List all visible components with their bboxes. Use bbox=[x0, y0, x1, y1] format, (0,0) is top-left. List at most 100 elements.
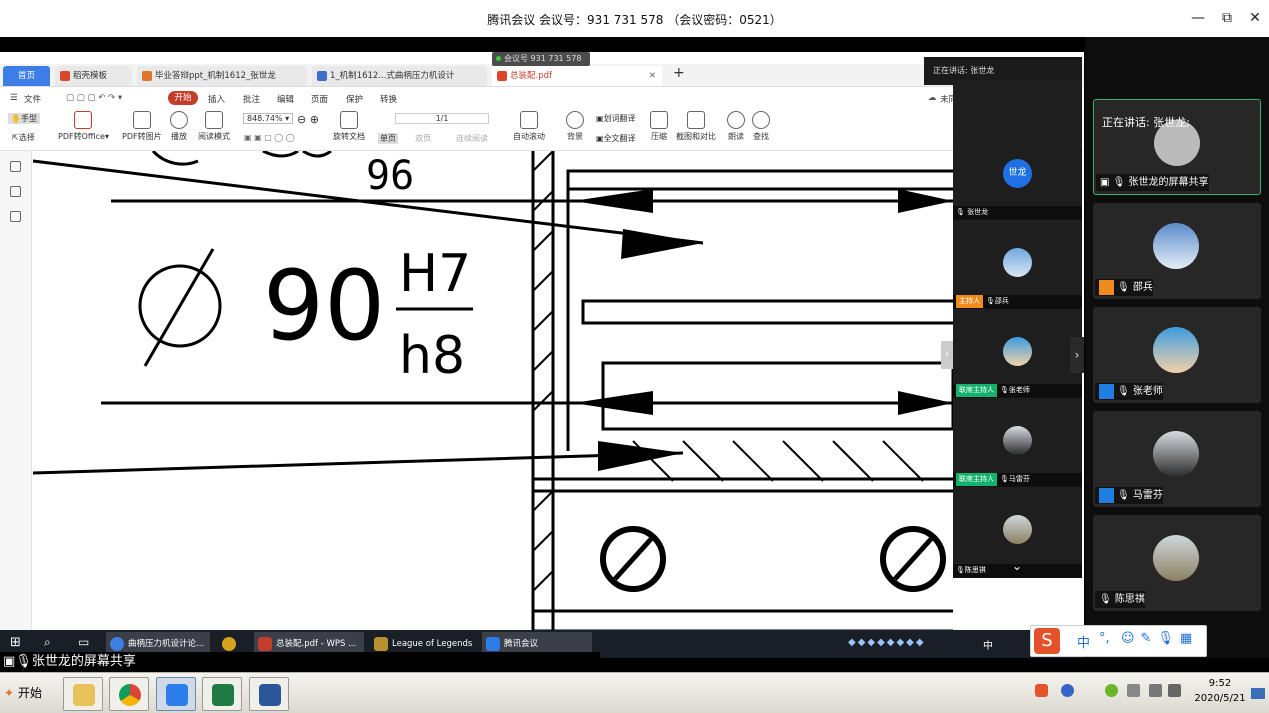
explorer-button[interactable] bbox=[63, 677, 103, 711]
chrome-button[interactable] bbox=[109, 677, 149, 711]
page-view-icons[interactable]: ▣ ▣ ▢ ◯ ◯ bbox=[244, 133, 295, 142]
meeting-icon bbox=[166, 684, 188, 706]
restore-button[interactable]: ⧉ bbox=[1215, 8, 1239, 28]
video-tile[interactable]: 🎙 邵兵 bbox=[1093, 203, 1261, 299]
collapse-left-button[interactable]: › bbox=[941, 341, 953, 369]
ime-punct[interactable]: °, bbox=[1099, 631, 1110, 646]
video-tile[interactable]: 🎙 陈思祺 bbox=[1093, 515, 1261, 611]
name-label: 邵兵 bbox=[1132, 282, 1153, 293]
label: 截图和对比 bbox=[676, 132, 716, 141]
windows-start-icon[interactable]: ⊞ bbox=[10, 636, 24, 650]
add-tab-button[interactable]: + bbox=[673, 65, 685, 81]
menu-file[interactable]: 文件 bbox=[24, 93, 41, 105]
book-icon bbox=[205, 111, 223, 129]
help-tray-icon[interactable] bbox=[1061, 684, 1074, 697]
tray-icons[interactable]: ◆◆◆◆◆◆◆◆ bbox=[848, 637, 926, 648]
expand-button[interactable]: ⌄ bbox=[979, 559, 1055, 577]
select-tool[interactable]: ⇱选择 bbox=[12, 132, 35, 143]
meeting-number-tag: 会议号 931 731 578 bbox=[492, 52, 590, 66]
label: 总装配.pdf - WPS ... bbox=[276, 639, 357, 649]
speaking-indicator: 正在讲话: 张世龙; bbox=[1102, 116, 1190, 129]
bookmark-icon[interactable] bbox=[10, 161, 21, 172]
read-mode-button[interactable]: 阅读模式 bbox=[198, 111, 230, 142]
ime-lang[interactable]: 中 bbox=[1077, 632, 1090, 651]
menu-page[interactable]: 页面 bbox=[311, 93, 328, 105]
label: 划词翻译 bbox=[603, 114, 636, 123]
tab-pdf-active[interactable]: 总装配.pdf ✕ bbox=[492, 66, 662, 86]
compress-button[interactable]: 压缩 bbox=[650, 111, 668, 142]
background-button[interactable]: 背景 bbox=[566, 111, 584, 142]
participant-name: 主持人 🎙邵兵 bbox=[953, 295, 1082, 308]
arrow-4 bbox=[573, 391, 653, 415]
menu-edit[interactable]: 编辑 bbox=[277, 93, 294, 105]
video-tile[interactable]: 🎙 马雷芬 bbox=[1093, 411, 1261, 507]
window-titlebar: 腾讯会议 会议号：931 731 578 （会议密码：0521） — ⧉ ✕ bbox=[0, 0, 1269, 37]
word-button[interactable] bbox=[249, 677, 289, 711]
zoom-value: 848.74% bbox=[247, 114, 283, 123]
search-icon[interactable]: ⌕ bbox=[44, 635, 51, 650]
hand-tool[interactable]: ✋手型 bbox=[8, 113, 40, 124]
video-tile[interactable]: 🎙陈思祺 ⌄ bbox=[953, 488, 1082, 578]
minimize-button[interactable]: — bbox=[1186, 8, 1210, 28]
menu-insert[interactable]: 插入 bbox=[208, 93, 225, 105]
sogou-tray-icon[interactable] bbox=[1035, 684, 1048, 697]
menu-convert[interactable]: 转换 bbox=[380, 93, 397, 105]
auto-scroll-button[interactable]: 自动滚动 bbox=[513, 111, 545, 142]
video-tile[interactable]: 🎙 张老师 bbox=[1093, 307, 1261, 403]
excel-button[interactable] bbox=[202, 677, 242, 711]
quick-access-icons[interactable]: ▢ ▢ ▢ ↶ ↷ ▾ bbox=[66, 93, 122, 103]
continuous-button[interactable]: 连续阅读 bbox=[456, 133, 488, 144]
cloud-sync-icon[interactable]: ☁ bbox=[928, 93, 937, 103]
windows-logo-icon: ✦ bbox=[4, 686, 15, 700]
show-desktop-icon[interactable] bbox=[1251, 688, 1265, 699]
pdf-drawing-canvas[interactable]: 96 90 H7 h8 bbox=[33, 151, 953, 658]
menu-protect[interactable]: 保护 bbox=[346, 93, 363, 105]
page-number-input[interactable]: 1/1 bbox=[395, 113, 489, 124]
read-aloud-button[interactable]: 朗读 bbox=[727, 111, 745, 142]
zoom-select[interactable]: 848.74% ▾ bbox=[243, 113, 294, 124]
tencent-meeting-button[interactable] bbox=[156, 677, 196, 711]
hatch bbox=[632, 440, 924, 482]
participants-panel: ▣ 🎙 张世龙的屏幕共享 正在讲话: 张世龙; 🎙 邵兵 🎙 张老师 🎙 马雷芬… bbox=[1085, 37, 1269, 658]
close-tab-icon[interactable]: ✕ bbox=[649, 66, 656, 86]
clock[interactable]: 9:52 2020/5/21 bbox=[1188, 676, 1252, 706]
device-tray-icon[interactable] bbox=[1127, 684, 1140, 697]
zoom-buttons[interactable]: ⊖ ⊕ bbox=[297, 113, 319, 126]
screenshot-button[interactable]: 截图和对比 bbox=[676, 111, 716, 142]
collapse-right-button[interactable]: › bbox=[1070, 337, 1084, 373]
menu-start[interactable]: 开始 bbox=[168, 91, 198, 105]
ime-tools-icons[interactable]: ☺✎🎙▦ bbox=[1121, 631, 1198, 646]
task-view-icon[interactable]: ▭ bbox=[78, 635, 89, 649]
double-page-button[interactable]: 双页 bbox=[415, 133, 431, 144]
annotation-icon[interactable] bbox=[10, 211, 21, 222]
tray-ime[interactable]: 中 bbox=[983, 637, 993, 652]
find-button[interactable]: 查找 bbox=[752, 111, 770, 142]
hamburger-icon[interactable]: ☰ bbox=[10, 93, 18, 103]
video-tile[interactable]: 联席主持人 🎙张老师 bbox=[953, 310, 1082, 398]
close-button[interactable]: ✕ bbox=[1243, 8, 1267, 28]
tab-doc[interactable]: 1_机制1612...式曲柄压力机设计 bbox=[312, 66, 487, 86]
tab-templates[interactable]: 稻壳模板 bbox=[55, 66, 132, 86]
thumbnail-icon[interactable] bbox=[10, 186, 21, 197]
video-tile[interactable]: 世龙 🎙 张世龙 bbox=[953, 132, 1082, 220]
pdf-to-office-button[interactable]: PDF转Office▾ bbox=[58, 111, 109, 142]
rotate-button[interactable]: 旋转文档 bbox=[333, 111, 365, 142]
video-tile[interactable]: 主持人 🎙邵兵 bbox=[953, 221, 1082, 309]
volume-icon[interactable] bbox=[1168, 684, 1181, 697]
video-tile[interactable]: 联席主持人 🎙马雷芬 bbox=[953, 399, 1082, 487]
start-button[interactable]: ✦ 开始 bbox=[2, 680, 46, 706]
role-badge: 联席主持人 bbox=[956, 384, 997, 397]
play-button[interactable]: 播放 bbox=[170, 111, 188, 142]
network-tray-icon[interactable] bbox=[1105, 684, 1118, 697]
tab-home[interactable]: 首页 bbox=[3, 66, 50, 86]
menu-comment[interactable]: 批注 bbox=[243, 93, 260, 105]
single-page-button[interactable]: 单页 bbox=[378, 133, 398, 144]
pdf-to-image-button[interactable]: PDF转图片 bbox=[122, 111, 162, 142]
word-translate-button[interactable]: ▣划词翻译 bbox=[596, 113, 636, 124]
tab-ppt[interactable]: 毕业答辩ppt_机制1612_张世龙 bbox=[137, 66, 307, 86]
full-translate-button[interactable]: ▣全文翻译 bbox=[596, 133, 636, 144]
label: 连续阅读 bbox=[456, 134, 488, 143]
signal-tray-icon[interactable] bbox=[1149, 684, 1162, 697]
sogou-icon[interactable]: S bbox=[1034, 628, 1060, 654]
pdf-icon bbox=[497, 71, 507, 81]
